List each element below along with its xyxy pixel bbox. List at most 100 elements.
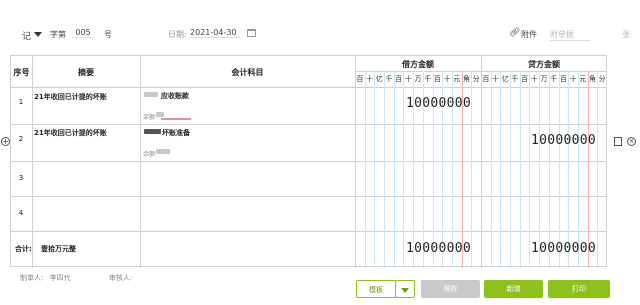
digit-divider — [529, 71, 531, 268]
digit-divider — [471, 71, 473, 268]
unit-label: 千 — [424, 75, 432, 83]
unit-label: 十 — [366, 75, 374, 83]
debit-header: 借方金额 — [402, 60, 434, 69]
digit-divider — [587, 71, 589, 268]
voucher-word-select[interactable]: 记 — [22, 29, 31, 42]
row-summary[interactable]: 21年收回已计提的坏账 — [34, 128, 107, 138]
add-row-icon[interactable]: + — [1, 137, 10, 146]
footer: 制单人: 李四代 审核人: — [20, 273, 132, 283]
unit-label: 十 — [492, 75, 500, 83]
digit-divider — [548, 71, 550, 268]
digit-divider — [490, 71, 492, 268]
voucher-header: 记 字第 005 号 日期: 2021-04-30 🔗︎ 附件 附单据 张 — [0, 22, 640, 48]
balance-underline — [161, 118, 191, 120]
row-balance-label: 余额: — [143, 151, 158, 158]
seq-header: 序号 — [13, 68, 30, 77]
row-divider — [11, 231, 607, 232]
digit-divider — [568, 71, 570, 268]
unit-label: 十 — [569, 75, 577, 83]
digit-divider — [364, 71, 366, 268]
account-code-redacted — [144, 92, 158, 97]
row-divider — [11, 87, 607, 88]
print-button[interactable]: 打印 — [548, 280, 610, 298]
paperclip-icon[interactable]: 🔗︎ — [509, 28, 520, 38]
save-button[interactable]: 保存 — [421, 280, 480, 298]
unit-label: 元 — [579, 75, 587, 83]
unit-label: 百 — [559, 75, 567, 83]
unit-label: 百 — [433, 75, 441, 83]
balance-redacted — [156, 112, 164, 117]
row-divider — [11, 124, 607, 125]
digit-divider — [500, 71, 502, 268]
unit-label: 分 — [472, 75, 480, 83]
account-code-redacted — [144, 129, 161, 134]
row-summary[interactable]: 21年收回已计提的坏账 — [34, 92, 107, 102]
total-debit-amount: 10000000 — [406, 241, 472, 256]
digit-divider — [510, 71, 512, 268]
reviewer-label: 审核人: — [108, 274, 133, 282]
maker-label: 制单人: — [20, 274, 44, 282]
row-seq: 1 — [18, 98, 24, 106]
digit-divider — [384, 71, 386, 268]
unit-label: 百 — [521, 75, 529, 83]
unit-label: 万 — [540, 75, 548, 83]
row-credit-amount[interactable]: 10000000 — [531, 133, 596, 148]
unit-label: 角 — [588, 75, 596, 83]
unit-label: 百 — [395, 75, 403, 83]
total-amount-words: 壹拾万元整 — [41, 245, 76, 253]
account-header: 会计科目 — [231, 68, 264, 77]
unit-label: 十 — [404, 75, 412, 83]
row-divider — [11, 161, 607, 162]
template-dropdown-button[interactable] — [395, 280, 415, 298]
unit-label: 百 — [356, 75, 364, 83]
attachment-count-input[interactable]: 附单据 — [550, 29, 590, 41]
new-button[interactable]: 新增 — [484, 280, 543, 298]
date-input[interactable]: 2021-04-30 — [190, 28, 240, 38]
delete-row-icon[interactable]: × — [627, 137, 636, 146]
row-debit-amount[interactable]: 10000000 — [406, 96, 471, 111]
attachment-label[interactable]: 附件 — [521, 29, 537, 40]
unit-label: 千 — [550, 75, 558, 83]
unit-label: 亿 — [375, 75, 383, 83]
zi-label: 字第 — [50, 30, 66, 39]
digit-divider — [597, 71, 599, 268]
unit-label: 亿 — [501, 75, 509, 83]
zhang-label: 张 — [622, 30, 630, 39]
row-seq: 3 — [18, 174, 24, 182]
unit-label: 千 — [511, 75, 519, 83]
unit-label: 角 — [462, 75, 470, 83]
balance-redacted — [156, 149, 170, 154]
chevron-down-icon — [401, 288, 409, 293]
row-seq: 2 — [18, 135, 24, 143]
summary-header: 摘要 — [78, 68, 94, 77]
row-balance-label: 余额: — [143, 114, 158, 121]
unit-label: 分 — [598, 75, 606, 83]
calendar-icon[interactable] — [247, 29, 256, 37]
credit-header: 贷方金额 — [528, 60, 560, 69]
unit-label: 万 — [414, 75, 422, 83]
chevron-down-icon[interactable] — [34, 32, 42, 37]
total-label: 合计: — [15, 245, 32, 253]
copy-row-icon[interactable] — [614, 137, 622, 146]
digit-divider — [403, 71, 405, 268]
unit-label: 百 — [482, 75, 490, 83]
digit-divider — [393, 71, 395, 268]
row-seq: 4 — [18, 209, 24, 217]
voucher-number-input[interactable]: 005 — [72, 28, 94, 38]
digit-divider — [374, 71, 376, 268]
digit-divider — [558, 71, 560, 268]
unit-label: 千 — [385, 75, 393, 83]
maker-name: 李四代 — [49, 274, 71, 282]
hao-label: 号 — [104, 30, 112, 39]
digit-divider — [519, 71, 521, 268]
date-label: 日期: — [168, 30, 187, 39]
digit-divider — [539, 71, 541, 268]
row-account[interactable]: 坏账准备 — [162, 128, 190, 138]
digit-divider — [577, 71, 579, 268]
template-button[interactable]: 模板 — [356, 280, 396, 298]
row-divider — [11, 196, 607, 197]
row-account[interactable]: 应收账款 — [161, 91, 189, 101]
unit-label: 元 — [453, 75, 461, 83]
voucher-table: 序号 摘要 会计科目 借方金额 贷方金额 百十亿千百十万千百十元角分 百十亿千百… — [10, 55, 607, 268]
unit-label: 十 — [530, 75, 538, 83]
